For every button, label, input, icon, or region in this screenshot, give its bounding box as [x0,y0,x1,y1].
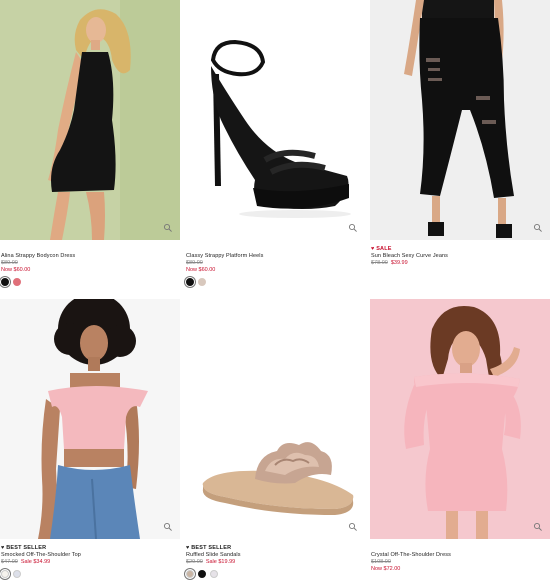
product-info: Crystal Off-The-Shoulder Dress $108.00 N… [370,539,550,573]
best-seller-badge: ♥ BEST SELLER [1,545,47,551]
product-card[interactable]: ♥ SALE Sun Bleach Sexy Curve Jeans $78.0… [370,0,550,267]
color-swatch-black[interactable] [198,570,206,578]
magnifier-icon[interactable] [163,223,173,233]
product-card[interactable]: ♥ BEST SELLER Ruffled Slide Sandals $29.… [185,299,365,578]
product-price: $29.00 Sale $19.99 [186,559,365,566]
ruffled-slide-sandal-image [185,299,365,539]
product-info: ♥ BEST SELLER Smocked Off-The-Shoulder T… [0,539,180,578]
color-swatches [1,278,180,286]
product-grid: Alina Strappy Bodycon Dress $89.00 Now $… [0,0,550,581]
product-price: $89.00 Now $60.00 [1,260,180,274]
model-in-black-dress-image [0,0,180,240]
sale-price: $39.99 [390,260,408,266]
product-badge [186,246,365,253]
sale-price: Now $60.00 [1,267,31,273]
product-price: $78.00 $39.99 [371,260,550,267]
best-seller-badge: ♥ BEST SELLER [186,545,232,551]
black-platform-heel-image [185,0,365,240]
product-info: ♥ SALE Sun Bleach Sexy Curve Jeans $78.0… [370,240,550,267]
original-price: $89.00 [186,260,203,266]
sale-price: Sale $19.99 [205,559,236,565]
product-image[interactable] [185,299,365,539]
magnifier-icon[interactable] [533,223,543,233]
magnifier-icon[interactable] [348,522,358,532]
product-image[interactable] [370,299,550,539]
color-swatches [1,570,180,578]
product-badge [1,246,180,253]
original-price: $29.00 [186,559,203,565]
product-info: Classy Strappy Platform Heels $89.00 Now… [185,240,365,286]
product-name[interactable]: Crystal Off-The-Shoulder Dress [371,552,550,559]
product-image[interactable] [0,0,180,240]
color-swatch-rose-gold[interactable] [186,570,194,578]
product-card[interactable]: Classy Strappy Platform Heels $89.00 Now… [185,0,365,286]
original-price: $78.00 [371,260,388,266]
model-in-pink-crop-top-image [0,299,180,539]
product-name[interactable]: Alina Strappy Bodycon Dress [1,253,180,260]
product-image[interactable] [370,0,550,240]
product-price: $47.00 Sale $34.99 [1,559,180,566]
product-price: $108.00 Now $72.00 [371,559,550,573]
sale-price: Now $72.00 [371,566,401,572]
magnifier-icon[interactable] [533,522,543,532]
sale-price: Now $60.00 [186,267,216,273]
color-swatches [186,570,365,578]
color-swatches [186,278,365,286]
sale-price: Sale $34.99 [20,559,51,565]
product-info: Alina Strappy Bodycon Dress $89.00 Now $… [0,240,180,286]
original-price: $108.00 [371,559,391,565]
black-distressed-jeans-image [370,0,550,240]
product-image[interactable] [0,299,180,539]
color-swatch-light-blue[interactable] [13,570,21,578]
product-name[interactable]: Ruffled Slide Sandals [186,552,365,559]
product-name[interactable]: Classy Strappy Platform Heels [186,253,365,260]
product-name[interactable]: Smocked Off-The-Shoulder Top [1,552,180,559]
color-swatch-nude[interactable] [198,278,206,286]
product-badge [371,545,550,552]
color-swatch-black[interactable] [1,278,9,286]
original-price: $89.00 [1,260,18,266]
product-card[interactable]: ♥ BEST SELLER Smocked Off-The-Shoulder T… [0,299,180,578]
product-name[interactable]: Sun Bleach Sexy Curve Jeans [371,253,550,260]
magnifier-icon[interactable] [348,223,358,233]
color-swatch-black[interactable] [186,278,194,286]
product-card[interactable]: Alina Strappy Bodycon Dress $89.00 Now $… [0,0,180,286]
color-swatch-silver[interactable] [210,570,218,578]
product-price: $89.00 Now $60.00 [186,260,365,274]
product-card[interactable]: Crystal Off-The-Shoulder Dress $108.00 N… [370,299,550,573]
product-image[interactable] [185,0,365,240]
magnifier-icon[interactable] [163,522,173,532]
product-info: ♥ BEST SELLER Ruffled Slide Sandals $29.… [185,539,365,578]
color-swatch-white[interactable] [1,570,9,578]
original-price: $47.00 [1,559,18,565]
model-in-pink-dress-image [370,299,550,539]
color-swatch-coral[interactable] [13,278,21,286]
sale-badge: ♥ SALE [371,246,392,252]
